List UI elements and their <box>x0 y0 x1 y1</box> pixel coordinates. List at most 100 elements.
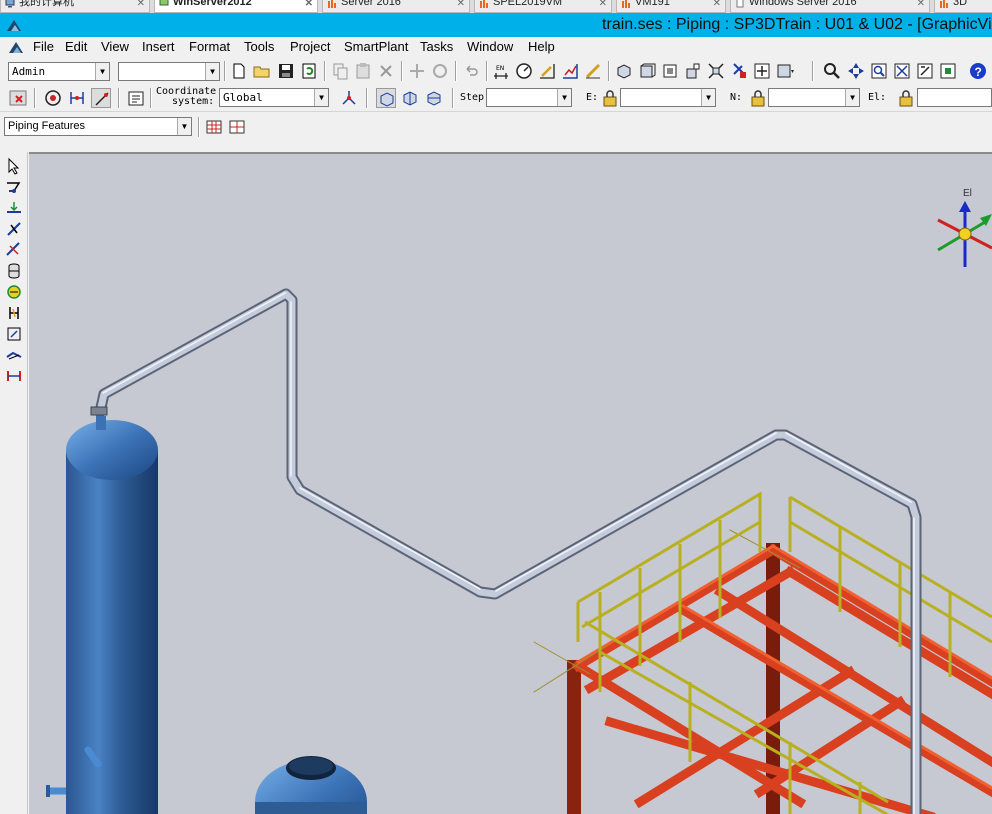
piping-features-select[interactable]: Piping Features ▼ <box>4 117 192 136</box>
insert-flange-button[interactable] <box>4 303 24 323</box>
menu-project[interactable]: Project <box>290 39 330 55</box>
close-icon[interactable]: ✕ <box>917 0 925 10</box>
permission-group-select[interactable]: Admin ▼ <box>8 62 110 81</box>
menu-window[interactable]: Window <box>467 39 513 55</box>
view-top-button[interactable] <box>660 61 680 81</box>
menu-insert[interactable]: Insert <box>142 39 175 55</box>
relative-tracking-button[interactable] <box>67 88 87 108</box>
zoom-button[interactable] <box>822 61 842 81</box>
close-ribbon-button[interactable] <box>8 88 28 108</box>
tool-edit-button[interactable] <box>537 61 557 81</box>
insert-tap-button[interactable] <box>4 240 24 260</box>
insert-support-button[interactable] <box>4 324 24 344</box>
paste-button[interactable] <box>353 61 373 81</box>
menu-edit[interactable]: Edit <box>65 39 87 55</box>
close-icon[interactable]: ✕ <box>599 0 607 10</box>
tool-ruler-button[interactable] <box>583 61 603 81</box>
refresh-button[interactable] <box>299 61 319 81</box>
lock-icon[interactable] <box>750 89 766 107</box>
view-style-icon <box>777 64 794 78</box>
edit-connection-button[interactable] <box>4 345 24 365</box>
close-icon[interactable]: ✕ <box>137 0 145 10</box>
pan-button[interactable] <box>752 61 772 81</box>
zoom-window-button[interactable] <box>869 61 889 81</box>
reposition-target-button[interactable] <box>91 88 111 108</box>
rotate-button[interactable] <box>430 61 450 81</box>
insert-weld-button[interactable] <box>4 282 24 302</box>
app-system-menu-icon[interactable] <box>8 39 24 55</box>
host-tab-windows-server-2016[interactable]: Windows Server 2016 ✕ <box>730 0 930 13</box>
close-icon[interactable]: ✕ <box>713 0 721 10</box>
view-side-button[interactable] <box>683 61 703 81</box>
route-pipe-button[interactable] <box>4 177 24 197</box>
host-tab-vm191[interactable]: VM191 ✕ <box>616 0 726 13</box>
common-views-button[interactable] <box>938 61 958 81</box>
view-front-button[interactable] <box>637 61 657 81</box>
close-icon[interactable]: ✕ <box>457 0 465 10</box>
host-tab-spel2019vm[interactable]: SPEL2019VM ✕ <box>474 0 612 13</box>
host-tab-3d[interactable]: 3D <box>934 0 992 13</box>
toolbar-separator <box>324 61 326 81</box>
rectangular-mode-button[interactable] <box>376 88 396 108</box>
inspect-button[interactable] <box>514 61 534 81</box>
insert-component-button[interactable] <box>4 198 24 218</box>
zoom-area-button[interactable] <box>706 61 726 81</box>
host-tab-my-computer[interactable]: 我的计算机 ✕ <box>0 0 150 13</box>
drum-vessel[interactable] <box>255 756 367 814</box>
model-canvas[interactable] <box>29 154 992 814</box>
help-button[interactable]: ? <box>968 61 988 81</box>
host-tab-winserver2012[interactable]: WinServer2012 ✕ <box>154 0 318 13</box>
clip-button[interactable] <box>729 61 749 81</box>
select-tool-button[interactable] <box>4 156 24 176</box>
view-style-button[interactable] <box>775 61 797 81</box>
vertical-vessel[interactable] <box>46 416 158 814</box>
filter-select[interactable]: ▼ <box>118 62 220 81</box>
spool-button[interactable] <box>4 366 24 386</box>
tool-chart-button[interactable] <box>560 61 580 81</box>
walk-button[interactable] <box>846 61 866 81</box>
cylindrical-mode-button[interactable] <box>424 88 444 108</box>
menu-help[interactable]: Help <box>528 39 555 55</box>
menu-view[interactable]: View <box>101 39 129 55</box>
undo-button[interactable] <box>461 61 481 81</box>
previous-view-button[interactable] <box>915 61 935 81</box>
easting-input[interactable]: ▼ <box>620 88 716 107</box>
delete-button[interactable] <box>376 61 396 81</box>
properties-button[interactable] <box>126 88 146 108</box>
steel-structure[interactable] <box>533 529 992 814</box>
lock-icon[interactable] <box>898 89 914 107</box>
copy-button[interactable] <box>330 61 350 81</box>
move-button[interactable] <box>407 61 427 81</box>
save-button[interactable] <box>276 61 296 81</box>
host-tab-server2016[interactable]: Server 2016 ✕ <box>322 0 470 13</box>
spherical-mode-button[interactable] <box>400 88 420 108</box>
open-button[interactable] <box>252 61 272 81</box>
main-toolbar: Admin ▼ ▼ EN ? <box>0 58 992 85</box>
view-iso-button[interactable] <box>614 61 634 81</box>
lock-icon[interactable] <box>602 89 618 107</box>
coordinate-system-select[interactable]: Global ▼ <box>219 88 329 107</box>
select-features-button[interactable] <box>204 117 224 137</box>
target-button[interactable] <box>43 88 63 108</box>
step-select[interactable]: ▼ <box>486 88 572 107</box>
menu-tools[interactable]: Tools <box>244 39 274 55</box>
northing-input[interactable]: ▼ <box>768 88 860 107</box>
menu-format[interactable]: Format <box>189 39 230 55</box>
menu-smartplant[interactable]: SmartPlant <box>344 39 408 55</box>
new-file-button[interactable] <box>229 61 249 81</box>
graphic-view[interactable]: El <box>29 152 992 814</box>
insert-specialty-button[interactable] <box>4 219 24 239</box>
menu-tasks[interactable]: Tasks <box>420 39 453 55</box>
pipe-run[interactable] <box>90 288 922 814</box>
toolbar-separator <box>224 61 226 81</box>
undo-icon <box>466 65 478 76</box>
elevation-input[interactable] <box>917 88 992 107</box>
close-icon[interactable]: ✕ <box>305 0 313 10</box>
insert-split-button[interactable] <box>4 261 24 281</box>
weld-icon <box>7 285 21 299</box>
menu-file[interactable]: File <box>33 39 54 55</box>
fit-all-button[interactable] <box>892 61 912 81</box>
select-parts-button[interactable] <box>227 117 247 137</box>
measure-button[interactable]: EN <box>491 61 511 81</box>
coordinate-options-button[interactable] <box>339 88 359 108</box>
